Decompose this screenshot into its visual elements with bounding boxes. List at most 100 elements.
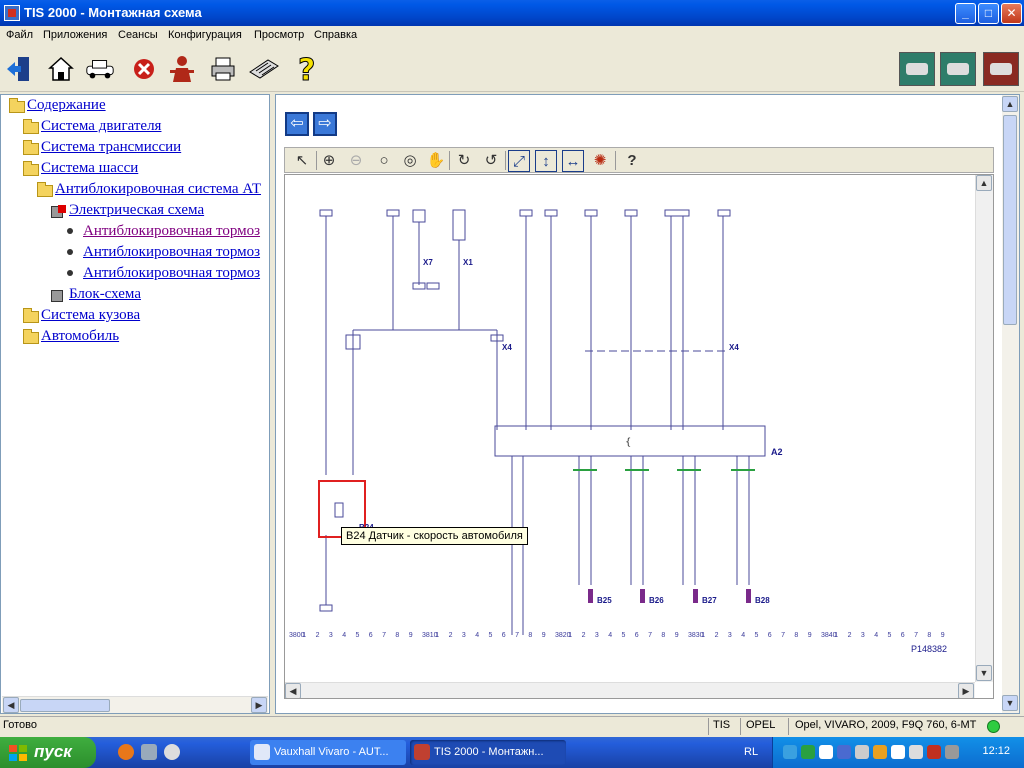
forward-button[interactable]: ⇨ xyxy=(313,112,337,136)
scroll-left-icon[interactable]: ◀ xyxy=(3,697,19,713)
tree-item-chassis[interactable]: Система шасси xyxy=(41,160,267,180)
start-button[interactable]: пуск xyxy=(0,737,96,768)
status-bar: Готово TIS OPEL Opel, VIVARO, 2009, F9Q … xyxy=(0,716,1024,736)
exit-icon[interactable] xyxy=(3,53,35,85)
tree-item-abs-scheme-2[interactable]: Антиблокировочная тормоз xyxy=(83,244,267,264)
vehicle-list-icon[interactable] xyxy=(899,52,935,86)
tray-icon[interactable] xyxy=(837,745,851,759)
app-icon[interactable] xyxy=(4,5,20,21)
back-button[interactable]: ⇦ xyxy=(285,112,309,136)
fit-height-icon[interactable]: ↕ xyxy=(535,150,557,172)
ruler-tick: 4 xyxy=(608,632,613,639)
sensor-b25-label: B25 xyxy=(597,596,612,605)
connector-x7-label: X7 xyxy=(423,258,433,267)
keyboard-icon[interactable] xyxy=(248,53,280,85)
tree-item-transmission[interactable]: Система трансмиссии xyxy=(41,139,267,159)
home-icon[interactable] xyxy=(45,53,77,85)
tree-item-abs-scheme-1[interactable]: Антиблокировочная тормоз xyxy=(83,223,267,243)
printer-icon[interactable] xyxy=(207,53,239,85)
contents-tree[interactable]: Содержание Система двигателя Система тра… xyxy=(0,94,270,714)
scroll-right-icon[interactable]: ▶ xyxy=(251,697,267,713)
minimize-button[interactable]: _ xyxy=(955,3,976,24)
ruler-tick: 7 xyxy=(382,632,386,639)
menu-file[interactable]: Файл xyxy=(6,29,33,41)
firefox-icon[interactable] xyxy=(118,744,134,760)
explorer-icon[interactable] xyxy=(141,744,157,760)
tree-horizontal-scrollbar[interactable]: ◀ ▶ xyxy=(2,696,268,713)
help-icon[interactable]: ? xyxy=(291,53,323,85)
tray-icon[interactable] xyxy=(873,745,887,759)
scroll-thumb[interactable] xyxy=(20,699,110,712)
help-icon[interactable]: ? xyxy=(621,150,643,172)
ruler-tick: 5 xyxy=(355,632,360,639)
rotate-cw-icon[interactable]: ↻ xyxy=(453,150,475,172)
tray-icon[interactable] xyxy=(855,745,869,759)
tray-icon[interactable] xyxy=(927,745,941,759)
diagram-vertical-scrollbar[interactable]: ▲ ▼ xyxy=(975,175,993,682)
title-bar[interactable]: TIS 2000 - Монтажная схема _ □ ✕ xyxy=(0,0,1024,26)
vehicle-icon[interactable] xyxy=(84,53,116,85)
media-player-icon[interactable] xyxy=(164,744,180,760)
fit-width-icon[interactable]: ↔ xyxy=(562,150,584,172)
scroll-left-icon[interactable]: ◀ xyxy=(285,683,301,698)
fit-page-icon[interactable]: ⤢ xyxy=(508,150,530,172)
tray-icon[interactable] xyxy=(783,745,797,759)
pointer-icon[interactable]: ↖ xyxy=(291,150,313,172)
menu-configuration[interactable]: Конфигурация xyxy=(168,29,242,41)
tree-item-abs-scheme-3[interactable]: Антиблокировочная тормоз xyxy=(83,265,267,285)
tray-icon[interactable] xyxy=(909,745,923,759)
folder-icon xyxy=(23,140,39,155)
ruler-tick: 9 xyxy=(807,632,812,639)
task-label: TIS 2000 - Монтажн... xyxy=(434,746,544,758)
wiring-diagram[interactable]: {A2 X4 X4 X7 X1 B25 B26 B27 B28 3800 1 … xyxy=(284,174,994,699)
scroll-thumb[interactable] xyxy=(1003,115,1017,325)
viewer-toolbar: ↖ ⊕ ⊖ ○ ◎ ✋ ↻ ↺ ⤢ ↕ ↔ ✺ ? xyxy=(284,147,994,173)
stop-icon[interactable] xyxy=(128,53,160,85)
folder-icon xyxy=(23,329,39,344)
scroll-down-icon[interactable]: ▼ xyxy=(976,665,992,681)
tree-item-engine[interactable]: Система двигателя xyxy=(41,118,267,138)
tray-icon[interactable] xyxy=(801,745,815,759)
scroll-down-icon[interactable]: ▼ xyxy=(1002,695,1018,711)
task-vauxhall[interactable]: Vauxhall Vivaro - AUT... xyxy=(250,740,406,765)
tray-icon[interactable] xyxy=(819,745,833,759)
zoom-out-icon[interactable]: ⊖ xyxy=(345,150,367,172)
vehicle-red-icon[interactable] xyxy=(983,52,1019,86)
sensor-b28-label: B28 xyxy=(755,596,770,605)
system-tray: 12:12 xyxy=(772,737,1024,768)
zoom-icon[interactable]: ○ xyxy=(373,150,395,172)
scroll-up-icon[interactable]: ▲ xyxy=(976,175,992,191)
tree-item-abs[interactable]: Антиблокировочная система АТ xyxy=(55,181,267,201)
scroll-right-icon[interactable]: ▶ xyxy=(958,683,974,698)
rotate-ccw-icon[interactable]: ↺ xyxy=(480,150,502,172)
diagram-horizontal-scrollbar[interactable]: ◀ ▶ xyxy=(285,682,975,698)
maximize-button[interactable]: □ xyxy=(978,3,999,24)
tree-item-vehicle[interactable]: Автомобиль xyxy=(41,328,267,348)
zoom-in-icon[interactable]: ⊕ xyxy=(318,150,340,172)
pan-hand-icon[interactable]: ✋ xyxy=(425,150,447,172)
tray-icon[interactable] xyxy=(891,745,905,759)
tree-item-body[interactable]: Система кузова xyxy=(41,307,267,327)
tree-item-contents[interactable]: Содержание xyxy=(27,97,267,117)
scroll-up-icon[interactable]: ▲ xyxy=(1002,96,1018,112)
volume-icon[interactable] xyxy=(945,745,959,759)
task-tis2000[interactable]: TIS 2000 - Монтажн... xyxy=(410,740,566,765)
highlight-icon[interactable]: ✺ xyxy=(589,150,611,172)
status-system: TIS xyxy=(713,719,731,731)
page-vertical-scrollbar[interactable]: ▲ ▼ xyxy=(1002,95,1019,713)
connector-x1-label: X1 xyxy=(463,258,473,267)
tree-item-electrical-scheme[interactable]: Электрическая схема xyxy=(69,202,267,222)
menu-help[interactable]: Справка xyxy=(314,29,357,41)
ruler-tick: 3 xyxy=(328,632,333,639)
menu-view[interactable]: Просмотр xyxy=(254,29,304,41)
menu-sessions[interactable]: Сеансы xyxy=(118,29,158,41)
tree-item-block-diagram[interactable]: Блок-схема xyxy=(69,286,267,306)
person-icon[interactable] xyxy=(166,53,198,85)
close-button[interactable]: ✕ xyxy=(1001,3,1022,24)
menu-applications[interactable]: Приложения xyxy=(43,29,107,41)
zoom-area-icon[interactable]: ◎ xyxy=(399,150,421,172)
ruler-tick: 6 xyxy=(634,632,639,639)
ruler-tick: 7 xyxy=(515,632,519,639)
vehicle-front-icon[interactable] xyxy=(940,52,976,86)
language-indicator[interactable]: RL xyxy=(744,746,758,758)
